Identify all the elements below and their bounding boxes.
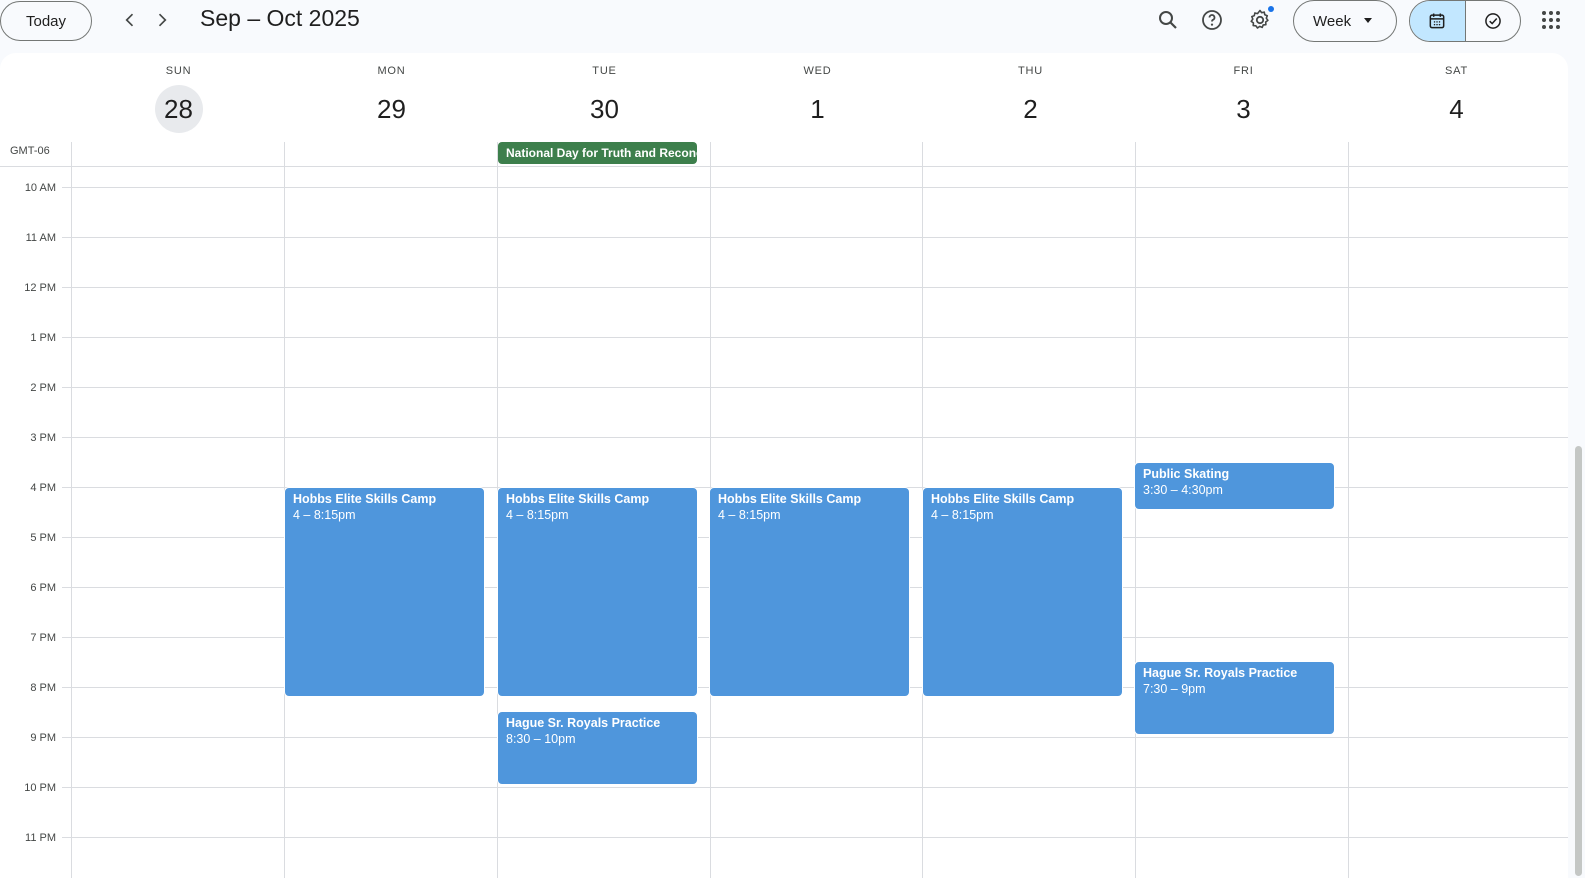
event-royals-practice-fri[interactable]: Hague Sr. Royals Practice 7:30 – 9pm <box>1134 661 1335 735</box>
day-of-week-label: WED <box>803 65 832 77</box>
event-time: 8:30 – 10pm <box>506 732 576 746</box>
event-title: Hague Sr. Royals Practice <box>1143 666 1298 680</box>
help-icon <box>1202 10 1222 30</box>
previous-week-button[interactable] <box>114 4 146 36</box>
today-button[interactable]: Today <box>0 1 92 41</box>
search-button[interactable] <box>1152 4 1184 36</box>
hour-line <box>62 787 1568 788</box>
day-of-week-label: SUN <box>165 65 192 77</box>
calendar-view-toggle[interactable] <box>1410 1 1465 41</box>
view-toggle-group <box>1409 0 1521 42</box>
hour-line <box>62 437 1568 438</box>
day-number[interactable]: 30 <box>581 85 629 133</box>
day-header-fri: FRI 3 <box>1137 53 1350 143</box>
apps-grid-icon <box>1542 11 1560 29</box>
day-header-tue: TUE 30 <box>498 53 711 143</box>
timezone-label: GMT-06 <box>10 145 50 157</box>
hour-label: 9 PM <box>30 732 56 744</box>
day-column-divider <box>1135 142 1136 878</box>
event-title: Hobbs Elite Skills Camp <box>718 492 862 506</box>
event-time: 4 – 8:15pm <box>718 508 781 522</box>
hour-line <box>62 337 1568 338</box>
event-title: Hobbs Elite Skills Camp <box>293 492 437 506</box>
hour-label: 1 PM <box>30 332 56 344</box>
hour-line <box>62 737 1568 738</box>
hour-line <box>62 187 1568 188</box>
hour-label: 12 PM <box>24 282 56 294</box>
hour-label: 3 PM <box>30 432 56 444</box>
all-day-divider <box>0 166 1568 167</box>
day-of-week-label: THU <box>1017 65 1043 77</box>
view-selector[interactable]: Week <box>1293 0 1397 42</box>
day-of-week-label: TUE <box>592 65 617 77</box>
day-header-thu: THU 2 <box>924 53 1137 143</box>
event-time: 3:30 – 4:30pm <box>1143 483 1223 497</box>
hour-line <box>62 237 1568 238</box>
hour-label: 5 PM <box>30 532 56 544</box>
chevron-left-icon <box>125 13 134 27</box>
event-title: Hobbs Elite Skills Camp <box>931 492 1075 506</box>
hour-label: 6 PM <box>30 582 56 594</box>
day-column-divider <box>1348 142 1349 878</box>
day-number[interactable]: 3 <box>1220 85 1268 133</box>
scrollbar-thumb[interactable] <box>1575 446 1582 876</box>
event-hobbs-camp-wed[interactable]: Hobbs Elite Skills Camp 4 – 8:15pm <box>709 487 910 697</box>
event-hobbs-camp-tue[interactable]: Hobbs Elite Skills Camp 4 – 8:15pm <box>497 487 698 697</box>
hour-line <box>62 387 1568 388</box>
day-number-today[interactable]: 28 <box>154 85 203 133</box>
event-public-skating[interactable]: Public Skating 3:30 – 4:30pm <box>1134 462 1335 510</box>
view-selector-label: Week <box>1313 12 1352 30</box>
event-hobbs-camp-mon[interactable]: Hobbs Elite Skills Camp 4 – 8:15pm <box>284 487 485 697</box>
day-header-wed: WED 1 <box>711 53 924 143</box>
date-range-title: Sep – Oct 2025 <box>200 5 360 31</box>
tasks-view-toggle[interactable] <box>1464 1 1521 41</box>
hour-label: 11 PM <box>25 832 56 844</box>
day-header-sun: SUN 28 <box>72 53 285 143</box>
task-check-icon <box>1484 13 1501 29</box>
day-number[interactable]: 1 <box>794 85 842 133</box>
day-column-divider <box>71 142 72 878</box>
day-number[interactable]: 29 <box>368 85 416 133</box>
event-title: Hague Sr. Royals Practice <box>506 716 661 730</box>
hour-line <box>62 837 1568 838</box>
caret-down-icon <box>1364 18 1372 23</box>
event-time: 4 – 8:15pm <box>506 508 569 522</box>
hour-line <box>62 287 1568 288</box>
hour-label: 10 PM <box>24 782 56 794</box>
hour-label: 11 AM <box>25 232 56 244</box>
next-week-button[interactable] <box>146 4 178 36</box>
day-of-week-label: FRI <box>1233 65 1254 77</box>
apps-button[interactable] <box>1535 4 1567 36</box>
event-time: 7:30 – 9pm <box>1143 682 1206 696</box>
hour-label: 2 PM <box>30 382 56 394</box>
top-toolbar: Today Sep – Oct 2025 Week <box>0 0 1585 52</box>
hour-label: 7 PM <box>30 632 56 644</box>
event-title: Hobbs Elite Skills Camp <box>506 492 650 506</box>
event-time: 4 – 8:15pm <box>293 508 356 522</box>
hour-label: 10 AM <box>24 182 56 194</box>
settings-button[interactable] <box>1244 4 1276 36</box>
day-number[interactable]: 4 <box>1433 85 1481 133</box>
vertical-scrollbar[interactable] <box>1573 60 1583 878</box>
day-header-sat: SAT 4 <box>1350 53 1563 143</box>
search-icon <box>1159 11 1177 29</box>
event-hobbs-camp-thu[interactable]: Hobbs Elite Skills Camp 4 – 8:15pm <box>922 487 1123 697</box>
hour-label: 4 PM <box>30 482 56 494</box>
notification-dot <box>1268 6 1274 12</box>
event-title: Public Skating <box>1143 467 1230 481</box>
event-time: 4 – 8:15pm <box>931 508 994 522</box>
gear-icon <box>1250 9 1269 29</box>
chevron-right-icon <box>158 13 167 27</box>
calendar-icon <box>1429 13 1445 29</box>
hour-label: 8 PM <box>30 682 56 694</box>
day-of-week-label: MON <box>377 65 406 77</box>
week-view-panel: SUN 28 MON 29 TUE 30 WED 1 THU 2 FRI 3 S… <box>0 53 1568 878</box>
help-button[interactable] <box>1196 4 1228 36</box>
day-header-mon: MON 29 <box>285 53 498 143</box>
day-number[interactable]: 2 <box>1007 85 1055 133</box>
all-day-event[interactable]: National Day for Truth and Reconciliatio… <box>498 142 697 164</box>
day-of-week-label: SAT <box>1445 65 1468 77</box>
event-royals-practice-tue[interactable]: Hague Sr. Royals Practice 8:30 – 10pm <box>497 711 698 785</box>
